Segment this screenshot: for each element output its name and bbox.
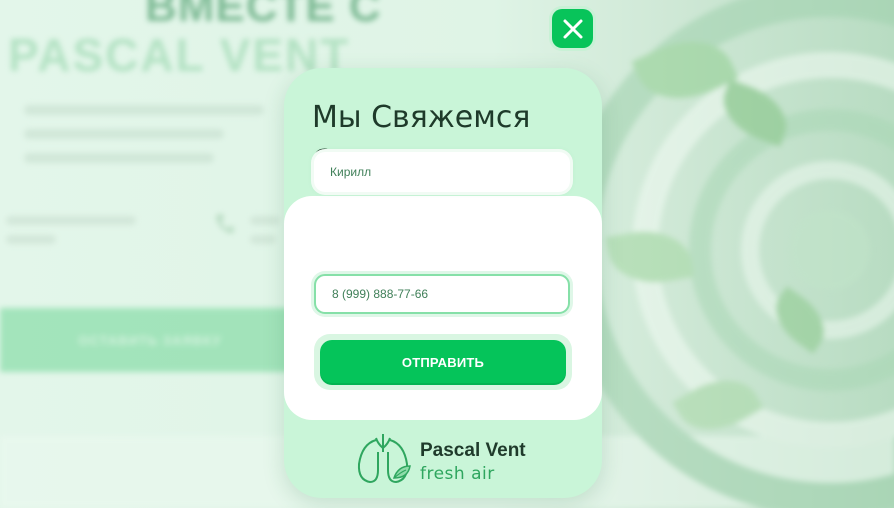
background-cta-button: ОСТАВИТЬ ЗАЯВКУ bbox=[0, 308, 300, 372]
pascal-vent-logo: Pascal Vent fresh air bbox=[354, 428, 554, 488]
logo-tagline: fresh air bbox=[420, 464, 495, 484]
close-button[interactable] bbox=[552, 9, 593, 48]
background-cta-label: ОСТАВИТЬ ЗАЯВКУ bbox=[78, 332, 222, 348]
lungs-leaf-icon bbox=[357, 434, 411, 484]
logo-brand-name: Pascal Vent bbox=[420, 440, 526, 461]
submit-button[interactable]: ОТПРАВИТЬ bbox=[320, 340, 566, 385]
modal-title-line1: Мы Свяжемся bbox=[312, 100, 531, 135]
background-contact-phone bbox=[250, 212, 280, 244]
close-icon bbox=[563, 19, 582, 38]
background-heading-line2: PASCAL VENT bbox=[8, 29, 351, 81]
background-contact-address bbox=[6, 212, 136, 244]
phone-input[interactable] bbox=[314, 274, 570, 314]
phone-icon bbox=[214, 212, 236, 236]
background-description bbox=[24, 98, 284, 163]
name-input[interactable] bbox=[314, 152, 570, 192]
